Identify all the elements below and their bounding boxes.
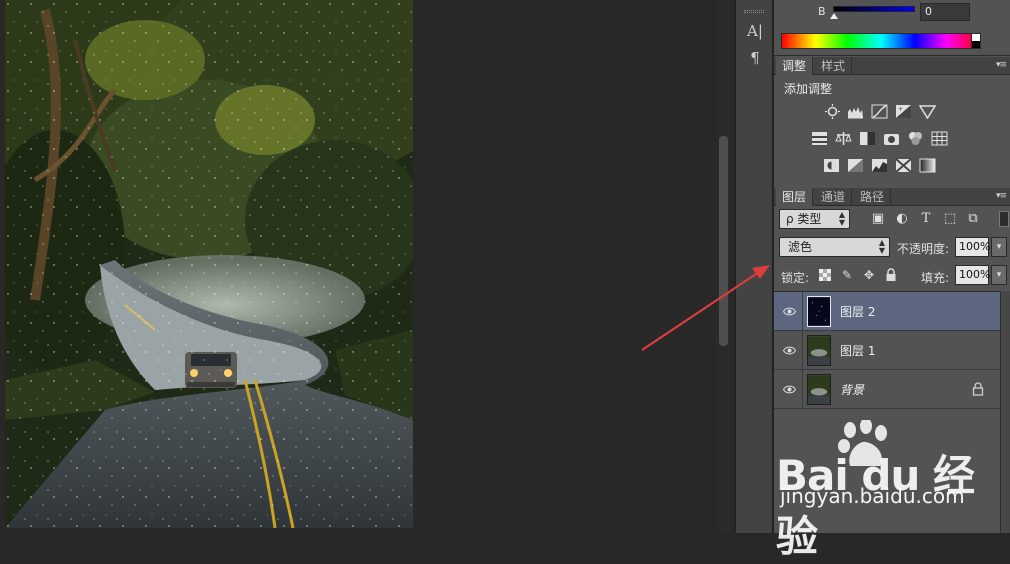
adjustments-tabbar: 调整 样式 ▾≡ [774, 57, 1010, 75]
selective-color-icon[interactable] [895, 158, 912, 173]
right-panel-dock: B 0 调整 样式 ▾≡ 添加调整 + 图层 通道 路径 ▾≡ ρ 类型 ▲ ▼… [774, 0, 1010, 533]
canvas-vertical-scrollbar[interactable] [716, 0, 730, 533]
layer-name[interactable]: 图层 2 [840, 303, 875, 320]
filter-toggle-switch[interactable] [999, 211, 1009, 227]
svg-text:+: + [898, 106, 903, 113]
canvas-scroll-thumb[interactable] [719, 136, 728, 346]
color-panel: B 0 [774, 0, 1010, 56]
eye-separator [802, 370, 803, 409]
slider-b-track[interactable] [833, 6, 915, 12]
panel-menu-icon[interactable]: ▾≡ [996, 60, 1007, 70]
opacity-dropdown-icon[interactable]: ▾ [991, 237, 1007, 257]
black-white-icon[interactable] [859, 131, 876, 146]
select-arrows-icon: ▲ ▼ [838, 210, 845, 227]
layer-row-background[interactable]: 背景 [774, 370, 1000, 409]
lock-transparent-pixels-icon[interactable] [818, 268, 832, 282]
slider-b-label: B [818, 5, 826, 18]
visibility-eye-icon[interactable] [783, 344, 796, 357]
layers-scrollbar[interactable] [1000, 291, 1010, 533]
filter-adjustment-icon[interactable]: ◐ [894, 211, 910, 227]
lock-position-icon[interactable]: ✥ [862, 268, 876, 282]
layer-thumbnail-background [807, 374, 831, 405]
tab-paths[interactable]: 路径 [854, 188, 892, 206]
color-lookup-icon[interactable] [931, 131, 948, 146]
blend-mode-value: 滤色 [788, 240, 813, 254]
color-spectrum-bar[interactable] [781, 33, 981, 49]
gradient-map-icon[interactable] [919, 158, 936, 173]
layer-locked-icon [972, 382, 984, 396]
layer-name[interactable]: 图层 1 [840, 342, 875, 359]
fill-dropdown-icon[interactable]: ▾ [991, 265, 1007, 285]
exposure-icon[interactable]: + [895, 104, 912, 119]
layer-name[interactable]: 背景 [840, 381, 864, 398]
document-canvas[interactable] [0, 0, 735, 533]
opacity-label: 不透明度: [897, 242, 950, 256]
tab-channels[interactable]: 通道 [815, 188, 853, 206]
filter-type-icon[interactable]: T [918, 211, 934, 227]
lock-all-icon[interactable] [884, 268, 898, 282]
layer-filter-label: ρ 类型 [786, 212, 822, 226]
color-balance-icon[interactable] [835, 131, 852, 146]
vibrance-icon[interactable] [919, 104, 936, 119]
tab-styles[interactable]: 样式 [815, 57, 853, 75]
layer-thumbnail-photo [807, 335, 831, 366]
layer-row-layer2[interactable]: 图层 2 [774, 292, 1000, 331]
character-panel-icon[interactable]: A| [746, 22, 764, 40]
visibility-eye-icon[interactable] [783, 305, 796, 318]
layer-thumbnail-rain [807, 296, 831, 327]
hue-saturation-icon[interactable] [811, 131, 828, 146]
canvas-image[interactable] [5, 0, 413, 528]
forest-road-photo [5, 0, 413, 528]
posterize-icon[interactable] [847, 158, 864, 173]
eye-separator [802, 292, 803, 331]
slider-b-value-field[interactable]: 0 [920, 3, 970, 21]
fill-field[interactable]: 100% [955, 265, 990, 285]
adjustments-title: 添加调整 [784, 82, 833, 96]
lock-label: 锁定: [781, 271, 810, 285]
visibility-eye-icon[interactable] [783, 383, 796, 396]
filter-smart-object-icon[interactable]: ⧉ [965, 211, 981, 227]
threshold-icon[interactable] [871, 158, 888, 173]
select-arrows-icon: ▲ ▼ [878, 238, 885, 255]
curves-icon[interactable] [871, 104, 888, 119]
layer-row-layer1[interactable]: 图层 1 [774, 331, 1000, 370]
layers-panel-menu-icon[interactable]: ▾≡ [996, 191, 1007, 201]
slider-b-thumb[interactable] [830, 13, 838, 19]
paragraph-panel-icon[interactable]: ¶ [746, 49, 764, 67]
tab-layers[interactable]: 图层 [776, 188, 814, 206]
layers-tabbar: 图层 通道 路径 ▾≡ [774, 188, 1010, 206]
opacity-field[interactable]: 100% [955, 237, 990, 257]
collapsed-panel-strip: A| ¶ [735, 0, 773, 533]
levels-icon[interactable] [847, 104, 864, 119]
filter-pixel-icon[interactable]: ▣ [870, 211, 886, 227]
brightness-contrast-icon[interactable] [824, 104, 841, 119]
eye-separator [802, 331, 803, 370]
black-white-swatch[interactable] [971, 33, 981, 49]
filter-shape-icon[interactable]: ⬚ [942, 211, 958, 227]
fill-label: 填充: [921, 271, 950, 285]
layer-filter-kind-select[interactable]: ρ 类型 ▲ ▼ [779, 209, 850, 229]
invert-icon[interactable] [823, 158, 840, 173]
strip-grip-handle[interactable] [744, 10, 764, 13]
tab-adjustments[interactable]: 调整 [776, 57, 814, 75]
photo-filter-icon[interactable] [883, 131, 900, 146]
lock-image-pixels-icon[interactable]: ✎ [840, 268, 854, 282]
layers-list: 图层 2 图层 1 背景 [774, 291, 1000, 533]
blend-mode-select[interactable]: 滤色 ▲ ▼ [779, 237, 890, 257]
channel-mixer-icon[interactable] [907, 131, 924, 146]
